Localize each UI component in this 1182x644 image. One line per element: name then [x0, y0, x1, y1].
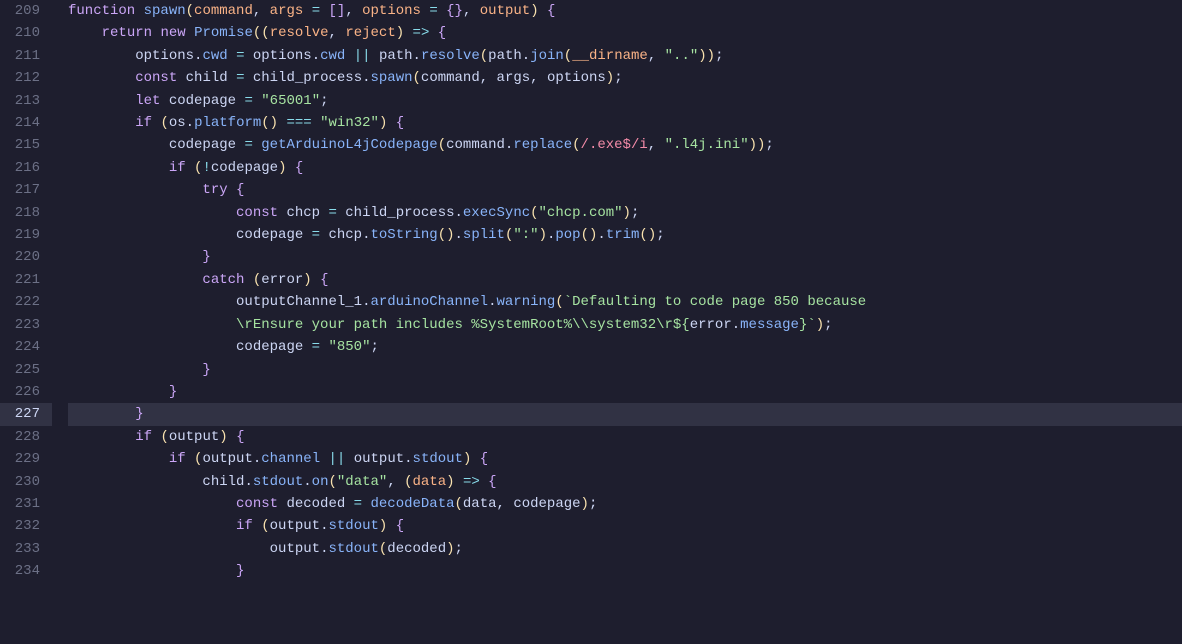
line-number-216: 216	[0, 157, 52, 179]
line-number-213: 213	[0, 90, 52, 112]
code-line-227: }	[68, 403, 1182, 425]
code-line-218: const chcp = child_process.execSync("chc…	[68, 202, 1182, 224]
line-number-232: 232	[0, 515, 52, 537]
line-number-211: 211	[0, 45, 52, 67]
line-number-210: 210	[0, 22, 52, 44]
code-line-228: if (output) {	[68, 426, 1182, 448]
line-number-220: 220	[0, 246, 52, 268]
line-number-229: 229	[0, 448, 52, 470]
code-line-209: function spawn(command, args = [], optio…	[68, 0, 1182, 22]
line-number-215: 215	[0, 134, 52, 156]
line-number-212: 212	[0, 67, 52, 89]
code-line-212: const child = child_process.spawn(comman…	[68, 67, 1182, 89]
line-number-224: 224	[0, 336, 52, 358]
line-number-223: 223	[0, 314, 52, 336]
code-editor[interactable]: 209 210 211 212 213 214 215 216 217 218 …	[0, 0, 1182, 644]
code-line-224: codepage = "850";	[68, 336, 1182, 358]
line-number-231: 231	[0, 493, 52, 515]
line-number-227: 227	[0, 403, 52, 425]
code-line-229: if (output.channel || output.stdout) {	[68, 448, 1182, 470]
code-line-221: catch (error) {	[68, 269, 1182, 291]
line-number-219: 219	[0, 224, 52, 246]
code-line-223: \rEnsure your path includes %SystemRoot%…	[68, 314, 1182, 336]
line-number-214: 214	[0, 112, 52, 134]
line-number-217: 217	[0, 179, 52, 201]
line-number-218: 218	[0, 202, 52, 224]
line-number-225: 225	[0, 359, 52, 381]
code-line-233: output.stdout(decoded);	[68, 538, 1182, 560]
line-number-234: 234	[0, 560, 52, 582]
code-line-225: }	[68, 359, 1182, 381]
code-line-222: outputChannel_1.arduinoChannel.warning(`…	[68, 291, 1182, 313]
code-line-215: codepage = getArduinoL4jCodepage(command…	[68, 134, 1182, 156]
line-number-233: 233	[0, 538, 52, 560]
line-numbers: 209 210 211 212 213 214 215 216 217 218 …	[0, 0, 52, 644]
code-line-231: const decoded = decodeData(data, codepag…	[68, 493, 1182, 515]
code-line-234: }	[68, 560, 1182, 582]
code-line-232: if (output.stdout) {	[68, 515, 1182, 537]
code-line-230: child.stdout.on("data", (data) => {	[68, 471, 1182, 493]
line-number-228: 228	[0, 426, 52, 448]
line-number-230: 230	[0, 471, 52, 493]
line-number-226: 226	[0, 381, 52, 403]
line-number-209: 209	[0, 0, 52, 22]
code-line-213: let codepage = "65001";	[68, 90, 1182, 112]
code-line-220: }	[68, 246, 1182, 268]
code-content: function spawn(command, args = [], optio…	[52, 0, 1182, 644]
code-line-210: return new Promise((resolve, reject) => …	[68, 22, 1182, 44]
code-line-217: try {	[68, 179, 1182, 201]
code-line-216: if (!codepage) {	[68, 157, 1182, 179]
code-line-219: codepage = chcp.toString().split(":").po…	[68, 224, 1182, 246]
line-number-221: 221	[0, 269, 52, 291]
line-number-222: 222	[0, 291, 52, 313]
code-line-214: if (os.platform() === "win32") {	[68, 112, 1182, 134]
code-line-226: }	[68, 381, 1182, 403]
code-line-211: options.cwd = options.cwd || path.resolv…	[68, 45, 1182, 67]
